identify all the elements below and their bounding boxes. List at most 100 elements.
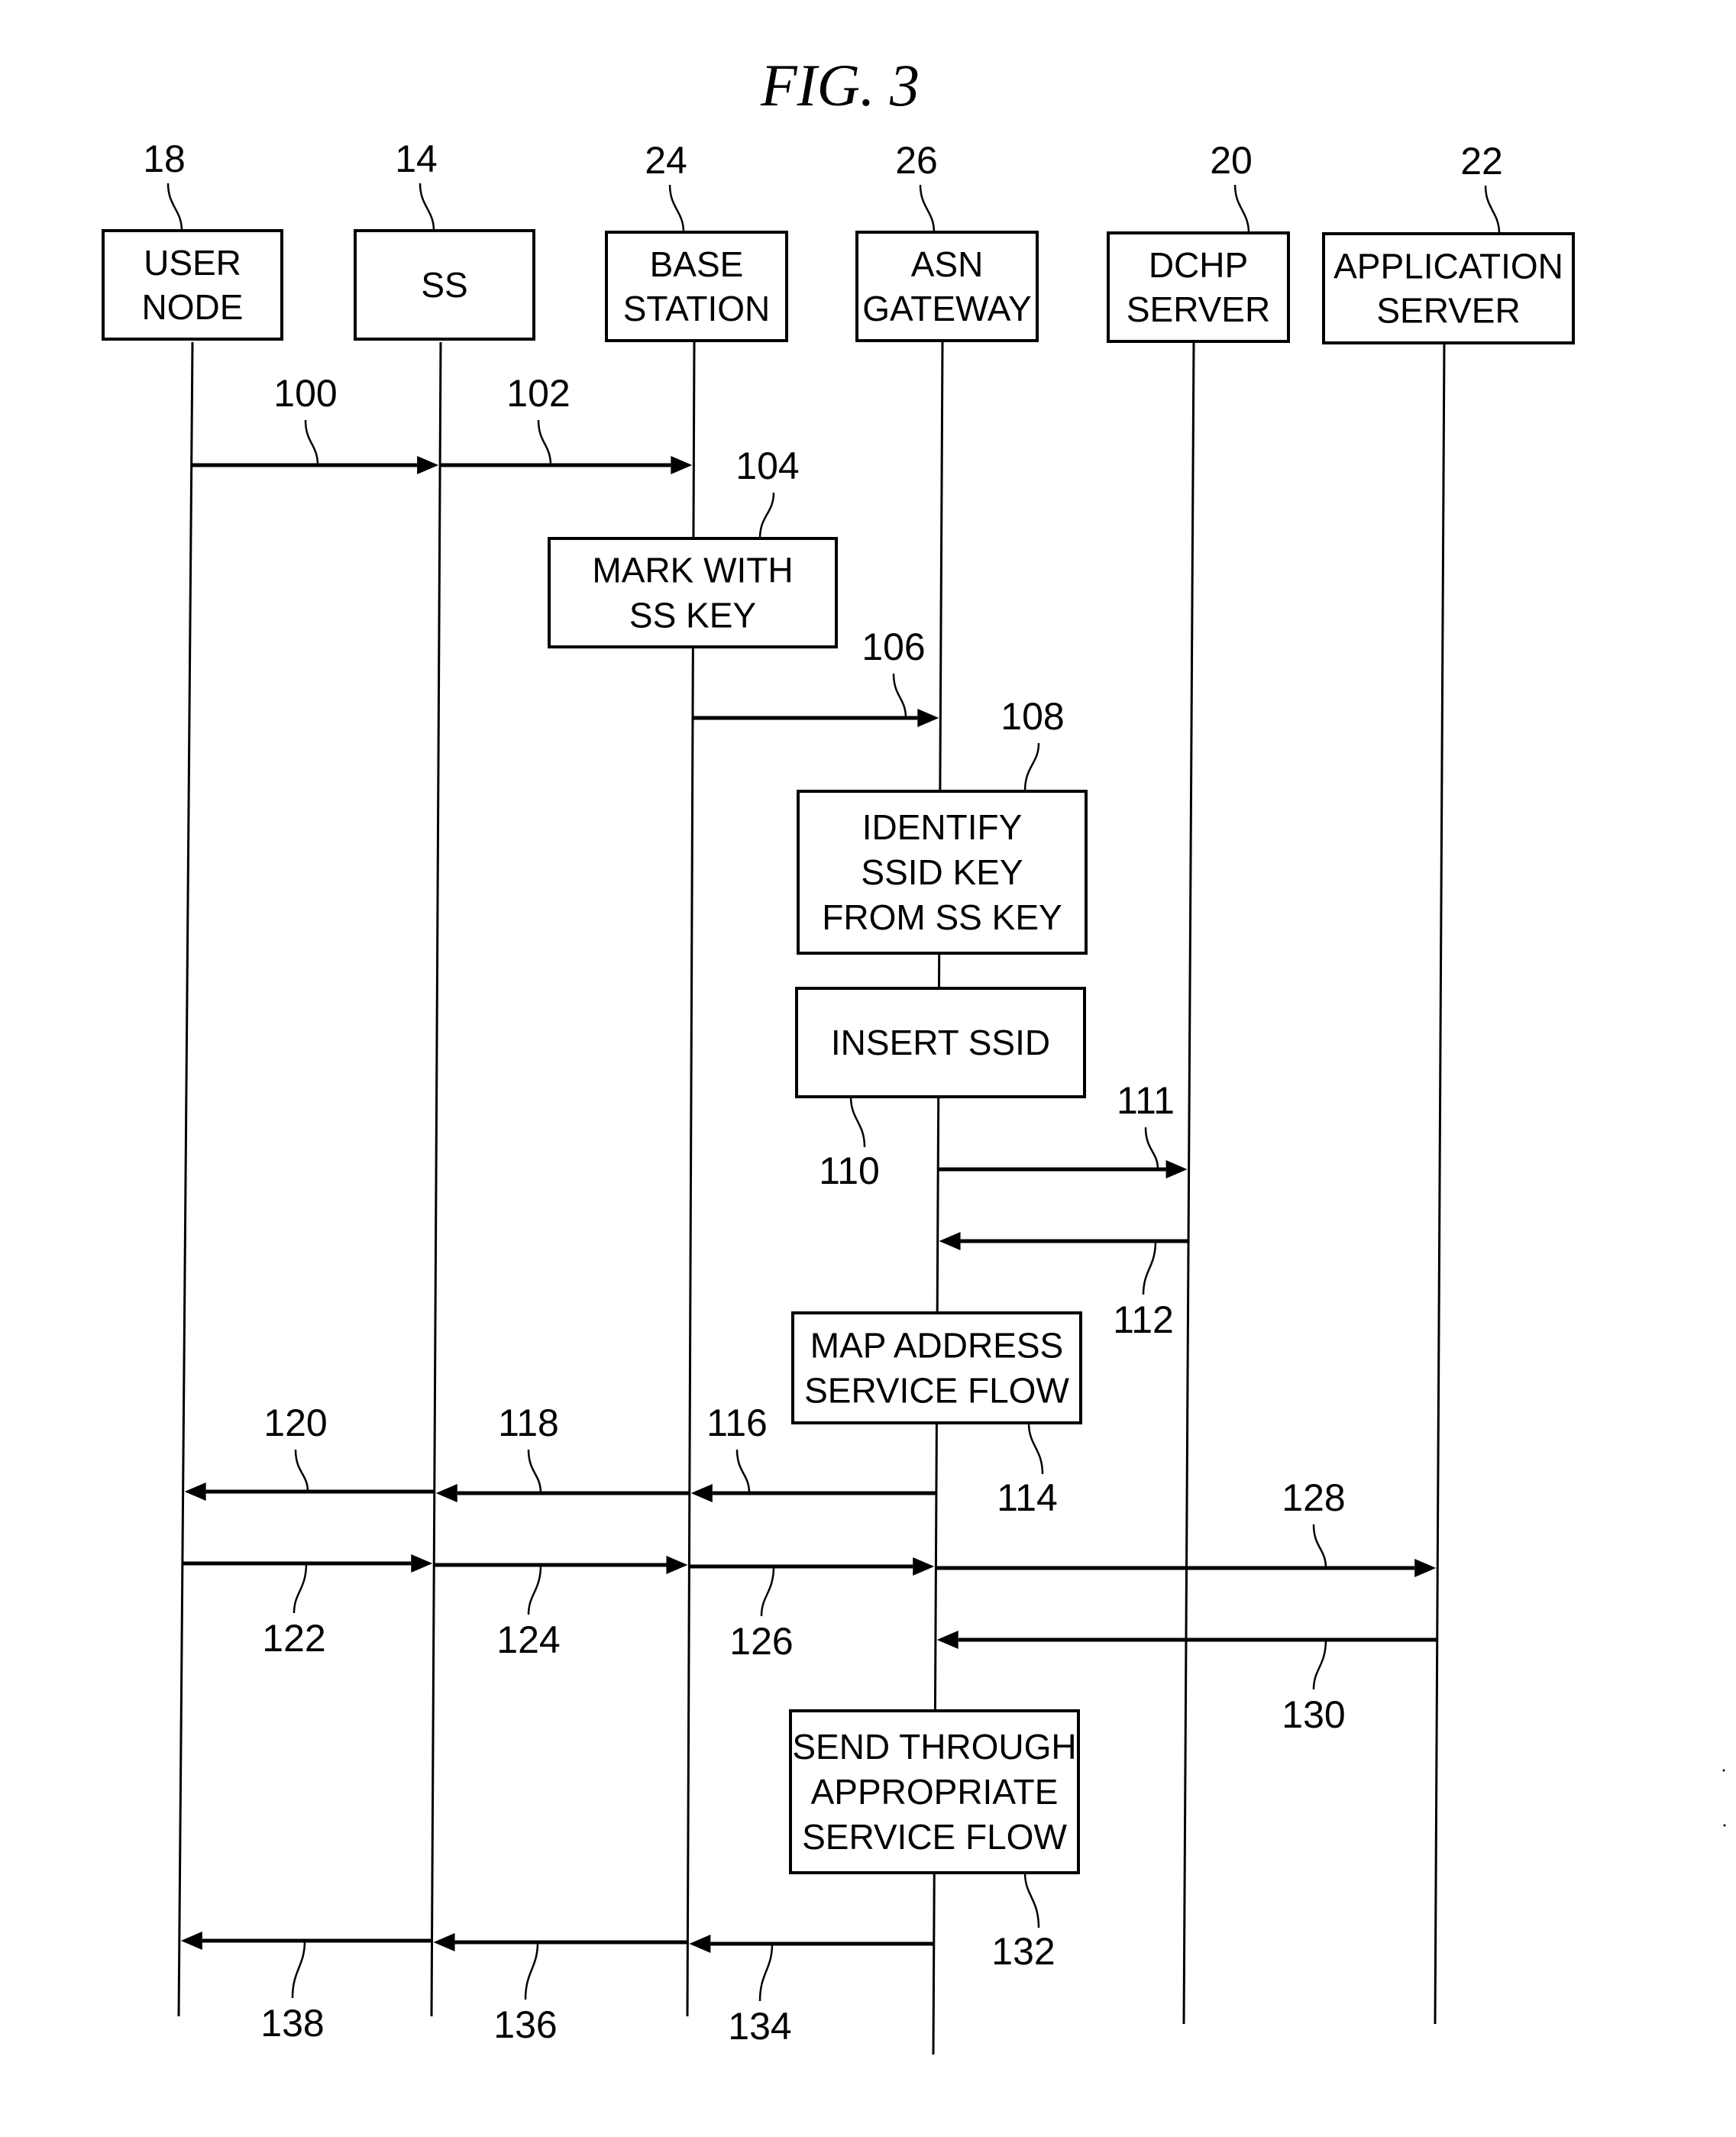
leader-line <box>1144 1127 1159 1170</box>
arrowhead-icon <box>433 1933 455 1951</box>
leader-line <box>1027 1422 1044 1475</box>
leader-line <box>527 1449 542 1494</box>
participant-label: STATION <box>623 289 771 328</box>
reference-numeral: 118 <box>498 1401 559 1444</box>
leader-line <box>294 1449 309 1492</box>
arrowhead-icon <box>666 1556 688 1574</box>
arrowhead-icon <box>689 1935 711 1953</box>
participant-base-station: BASE STATION 24 <box>605 139 788 342</box>
participant-label: SERVER <box>1127 289 1270 329</box>
participant-label: APPLICATION <box>1334 247 1563 286</box>
leader-line <box>1484 185 1501 234</box>
step-118: 118 <box>435 1401 690 1502</box>
scan-speck <box>1723 1824 1726 1827</box>
leader-line <box>1312 1524 1327 1569</box>
leader-line <box>1312 1639 1327 1690</box>
arrowhead-icon <box>1414 1559 1437 1577</box>
reference-numeral: 114 <box>997 1476 1058 1519</box>
arrowhead-icon <box>180 1932 202 1950</box>
step-138: 138 <box>180 1932 432 2045</box>
arrowhead-icon <box>936 1631 959 1649</box>
leader-line <box>419 183 435 231</box>
reference-numeral: 26 <box>895 139 938 182</box>
scan-speck <box>1722 1769 1725 1772</box>
leader-line <box>293 1563 308 1614</box>
process-label: INSERT SSID <box>831 1023 1050 1062</box>
process-label: MAP ADDRESS <box>810 1326 1063 1366</box>
process-label: SERVICE FLOW <box>802 1817 1067 1857</box>
reference-numeral: 116 <box>706 1401 768 1444</box>
leader-line <box>760 1566 775 1617</box>
reference-numeral: 132 <box>991 1930 1055 1973</box>
process-label: IDENTIFY <box>862 807 1023 847</box>
reference-numeral: 108 <box>1001 695 1064 738</box>
arrowhead-icon <box>417 456 439 474</box>
steps: 100 102 MARK WITH SS KEY 104 106 IDENTIFY SSID … <box>180 372 1726 2048</box>
participant-label: ASN <box>911 244 984 284</box>
process-label: SEND THROUGH <box>792 1727 1076 1767</box>
leader-line <box>524 1941 539 2000</box>
leader-line <box>668 184 685 233</box>
process-label: SERVICE FLOW <box>804 1371 1069 1411</box>
process-label: APPROPRIATE <box>811 1772 1059 1812</box>
process-label: SSID KEY <box>861 852 1023 892</box>
participant-ss: SS 14 <box>354 137 535 341</box>
participant-label: USER <box>144 243 241 283</box>
lifeline <box>430 341 442 2017</box>
arrowhead-icon <box>913 1557 935 1576</box>
arrowhead-icon <box>184 1482 206 1501</box>
lifeline <box>177 341 194 2017</box>
reference-numeral: 14 <box>395 137 438 180</box>
participant-label: SERVER <box>1376 291 1520 331</box>
reference-numeral: 128 <box>1282 1476 1345 1519</box>
arrowhead-icon <box>671 456 693 474</box>
arrowhead-icon <box>690 1484 713 1502</box>
reference-numeral: 134 <box>728 2005 791 2048</box>
step-124: 124 <box>434 1556 688 1661</box>
reference-numeral: 138 <box>260 2002 324 2045</box>
reference-numeral: 136 <box>493 2003 557 2046</box>
leader-line <box>537 419 552 466</box>
reference-numeral: 22 <box>1460 140 1503 183</box>
leader-line <box>1233 184 1250 234</box>
step-134: 134 <box>689 1935 934 2048</box>
process-label: SS KEY <box>629 596 756 635</box>
figure-title: FIG. 3 <box>760 52 920 118</box>
step-100: 100 <box>191 372 439 474</box>
participant-user-node: USERNODE 18 <box>102 137 283 341</box>
leader-line <box>892 673 907 719</box>
arrowhead-icon <box>939 1232 961 1250</box>
participant-label: SS <box>421 265 467 305</box>
lifeline <box>1434 341 1446 2025</box>
sequence-diagram: FIG. 3 USERNODE 18 SS 14 BASE STATION 24 ASN GAT… <box>102 52 1726 2055</box>
reference-numeral: 126 <box>729 1620 793 1663</box>
step-110: INSERT SSID 110 <box>795 987 1086 1192</box>
lifeline <box>1182 341 1195 2025</box>
reference-numeral: 20 <box>1210 139 1253 182</box>
leader-line <box>919 184 936 233</box>
reference-numeral: 102 <box>506 372 570 415</box>
step-136: 136 <box>433 1933 688 2046</box>
reference-numeral: 24 <box>645 139 687 182</box>
reference-numeral: 124 <box>496 1618 560 1661</box>
process-label: MARK WITH <box>592 551 793 590</box>
participant-dchp-server: DCHPSERVER 20 <box>1107 139 1290 343</box>
leader-line <box>758 1943 774 2002</box>
reference-numeral: 122 <box>262 1617 325 1660</box>
reference-numeral: 112 <box>1113 1298 1174 1341</box>
reference-numeral: 18 <box>143 137 186 180</box>
arrowhead-icon <box>917 709 939 727</box>
participant-label: NODE <box>142 287 244 327</box>
leader-line <box>291 1940 306 1999</box>
reference-numeral: 106 <box>862 626 925 668</box>
step-120: 120 <box>184 1401 435 1501</box>
leader-line <box>304 419 319 466</box>
participants: USERNODE 18 SS 14 BASE STATION 24 ASN GATEWAY 26 D… <box>102 137 1575 344</box>
arrowhead-icon <box>435 1484 457 1502</box>
participant-label: GATEWAY <box>862 289 1032 328</box>
leader-line <box>1023 742 1040 792</box>
leader-line <box>527 1564 542 1615</box>
step-126: 126 <box>689 1557 935 1663</box>
participant-application-server: APPLICATION SERVER 22 <box>1322 140 1575 344</box>
step-108: IDENTIFY SSID KEY FROM SS KEY 108 <box>797 695 1088 955</box>
